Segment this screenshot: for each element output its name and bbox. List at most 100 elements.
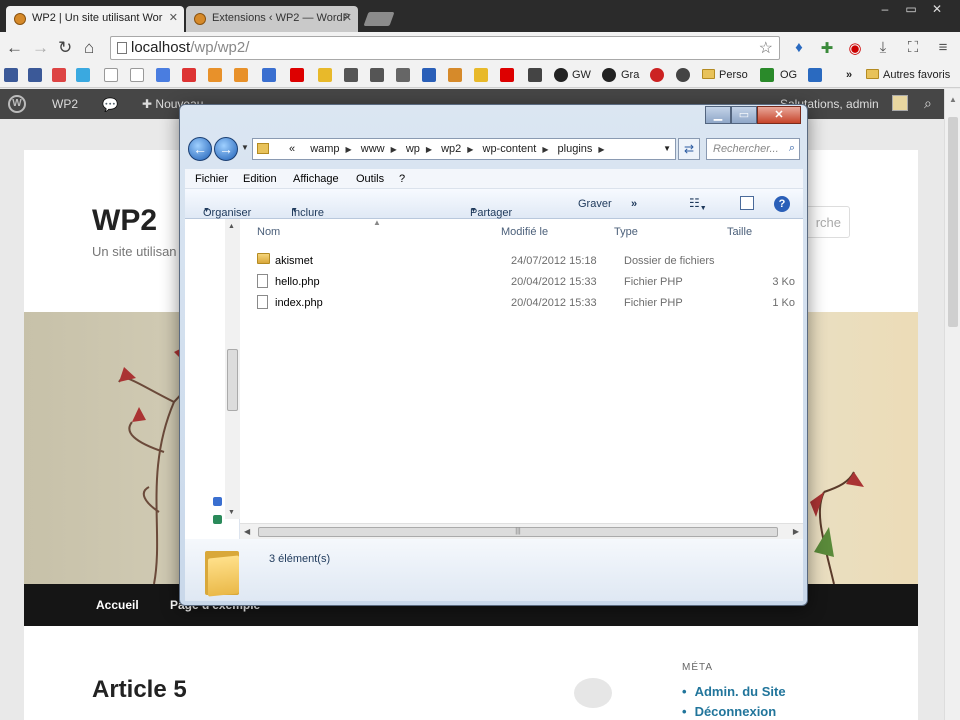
bookmark-star-icon[interactable]: ☆	[759, 38, 773, 58]
twitter-icon[interactable]	[76, 68, 90, 82]
menu-tools[interactable]: Outils	[356, 173, 384, 185]
bookmark-folder-other[interactable]: Autres favoris	[866, 69, 950, 81]
meta-link-admin[interactable]: Admin. du Site	[682, 684, 786, 699]
bookmark-icon[interactable]	[208, 68, 222, 82]
menu-icon[interactable]: ≡	[934, 39, 952, 57]
breadcrumb-prefix[interactable]: «	[289, 143, 295, 155]
burn-button[interactable]: Graver	[578, 198, 612, 210]
bookmark-icon[interactable]	[262, 68, 276, 82]
more-bookmarks-icon[interactable]: »	[846, 69, 852, 81]
explorer-search-input[interactable]: Rechercher... ⌕	[706, 138, 800, 160]
maximize-icon[interactable]: ▭	[898, 2, 924, 16]
avatar[interactable]	[892, 95, 908, 111]
forward-arrow-icon[interactable]: →	[214, 137, 238, 161]
extension-puzzle-icon[interactable]: ✚	[818, 39, 836, 57]
bookmark-icon[interactable]	[318, 68, 332, 82]
breadcrumb-separator-icon[interactable]: ▶	[542, 145, 548, 154]
menu-edit[interactable]: Edition	[243, 173, 277, 185]
google-icon[interactable]	[156, 68, 170, 82]
back-arrow-icon[interactable]: ←	[188, 137, 212, 161]
file-row[interactable]: index.php 20/04/2012 15:33 Fichier PHP 1…	[255, 293, 795, 313]
bookmark-folder-perso[interactable]: Perso	[702, 69, 748, 81]
gmail-icon[interactable]	[182, 68, 196, 82]
site-title[interactable]: WP2	[92, 204, 157, 238]
youtube-icon[interactable]	[500, 68, 514, 82]
nav-home[interactable]: Accueil	[96, 598, 139, 612]
breadcrumb-item[interactable]: wp	[406, 143, 420, 155]
scrollbar-thumb[interactable]	[227, 349, 238, 411]
column-header-type[interactable]: Type	[614, 219, 638, 243]
scroll-right-icon[interactable]: ▶	[793, 527, 799, 536]
wordpress-logo-icon[interactable]: W	[8, 95, 26, 113]
menu-file[interactable]: Fichier	[195, 173, 228, 185]
menu-help[interactable]: ?	[399, 173, 405, 185]
recent-pages-dropdown-icon[interactable]: ▼	[241, 143, 249, 152]
extension-screen-icon[interactable]: ⛶	[904, 39, 922, 57]
computer-icon[interactable]	[213, 515, 222, 524]
breadcrumb-separator-icon[interactable]: ▶	[391, 145, 397, 154]
more-commands-button[interactable]: »	[631, 198, 637, 210]
extension-opera-icon[interactable]: ◉	[846, 39, 864, 57]
menu-view[interactable]: Affichage	[293, 173, 339, 185]
breadcrumb-separator-icon[interactable]: ▶	[467, 145, 473, 154]
scrollbar-thumb[interactable]: |||	[258, 527, 778, 537]
tab-wp2-site[interactable]: WP2 | Un site utilisant Wor ✕	[6, 6, 184, 32]
admin-bar-site[interactable]: WP2	[52, 97, 78, 111]
phpmyadmin-icon[interactable]	[474, 68, 488, 82]
bookmark-icon[interactable]	[344, 68, 358, 82]
bookmark-icon[interactable]	[650, 68, 664, 82]
file-row[interactable]: akismet 24/07/2012 15:18 Dossier de fich…	[255, 251, 795, 271]
back-icon[interactable]: ←	[6, 38, 23, 58]
wordpress-icon[interactable]	[448, 68, 462, 82]
explorer-address-bar[interactable]: « wamp ▶ www ▶ wp ▶ wp2 ▶ wp-content ▶ plugin…	[252, 138, 676, 160]
page-bookmark-icon[interactable]	[130, 68, 144, 82]
breadcrumb-item[interactable]: wamp	[310, 143, 339, 155]
page-bookmark-icon[interactable]	[104, 68, 118, 82]
bookmark-icon[interactable]	[760, 68, 774, 82]
bookmark-label[interactable]: GW	[572, 69, 591, 81]
comment-bubble-icon[interactable]	[574, 678, 612, 708]
search-icon[interactable]: ⌕	[789, 142, 795, 155]
github-icon[interactable]	[554, 68, 568, 82]
article-title[interactable]: Article 5	[92, 676, 187, 704]
facebook-icon[interactable]	[4, 68, 18, 82]
tab-extensions[interactable]: Extensions ‹ WP2 — WordP ✕	[186, 6, 358, 32]
minimize-icon[interactable]: –	[872, 2, 898, 16]
home-icon[interactable]: ⌂	[84, 38, 94, 58]
bookmark-icon[interactable]	[676, 68, 690, 82]
scrollbar-thumb[interactable]	[948, 117, 958, 327]
address-dropdown-icon[interactable]: ▼	[663, 144, 671, 153]
network-icon[interactable]	[213, 497, 222, 506]
scroll-up-icon[interactable]: ▲	[949, 95, 957, 104]
refresh-icon[interactable]: ⇄	[678, 138, 700, 160]
meta-link-logout[interactable]: Déconnexion	[682, 704, 786, 719]
youtube-icon[interactable]	[290, 68, 304, 82]
breadcrumb-item[interactable]: wp-content	[483, 143, 537, 155]
breadcrumb-separator-icon[interactable]: ▶	[598, 145, 604, 154]
comments-icon[interactable]: 💬	[102, 97, 118, 113]
close-window-icon[interactable]: ✕	[924, 2, 950, 16]
horizontal-scrollbar[interactable]: ◀ ||| ▶	[240, 523, 803, 539]
breadcrumb-separator-icon[interactable]: ▶	[426, 145, 432, 154]
help-icon[interactable]: ?	[774, 196, 790, 212]
facebook-icon[interactable]	[28, 68, 42, 82]
close-icon[interactable]: ✕	[757, 106, 801, 124]
column-header-modified[interactable]: Modifié le	[501, 219, 548, 243]
view-options-icon[interactable]: ☷ ▼	[689, 196, 707, 212]
close-tab-icon[interactable]: ✕	[343, 11, 352, 24]
close-tab-icon[interactable]: ✕	[169, 11, 178, 24]
scroll-up-icon[interactable]: ▲	[228, 223, 235, 230]
search-icon[interactable]: ⌕	[924, 95, 932, 112]
bookmark-label[interactable]: Gra	[621, 69, 639, 81]
forward-icon[interactable]: →	[32, 38, 49, 58]
minimize-icon[interactable]: ▁	[705, 106, 731, 124]
scroll-down-icon[interactable]: ▼	[228, 509, 235, 516]
bookmark-icon[interactable]	[234, 68, 248, 82]
breadcrumb-item[interactable]: plugins	[558, 143, 593, 155]
github-icon[interactable]	[602, 68, 616, 82]
bookmark-label[interactable]: OG	[780, 69, 797, 81]
bookmark-icon[interactable]	[808, 68, 822, 82]
column-header-name[interactable]: Nom	[257, 219, 280, 243]
bookmark-icon[interactable]	[422, 68, 436, 82]
extension-drop-icon[interactable]: ♦	[790, 39, 808, 57]
